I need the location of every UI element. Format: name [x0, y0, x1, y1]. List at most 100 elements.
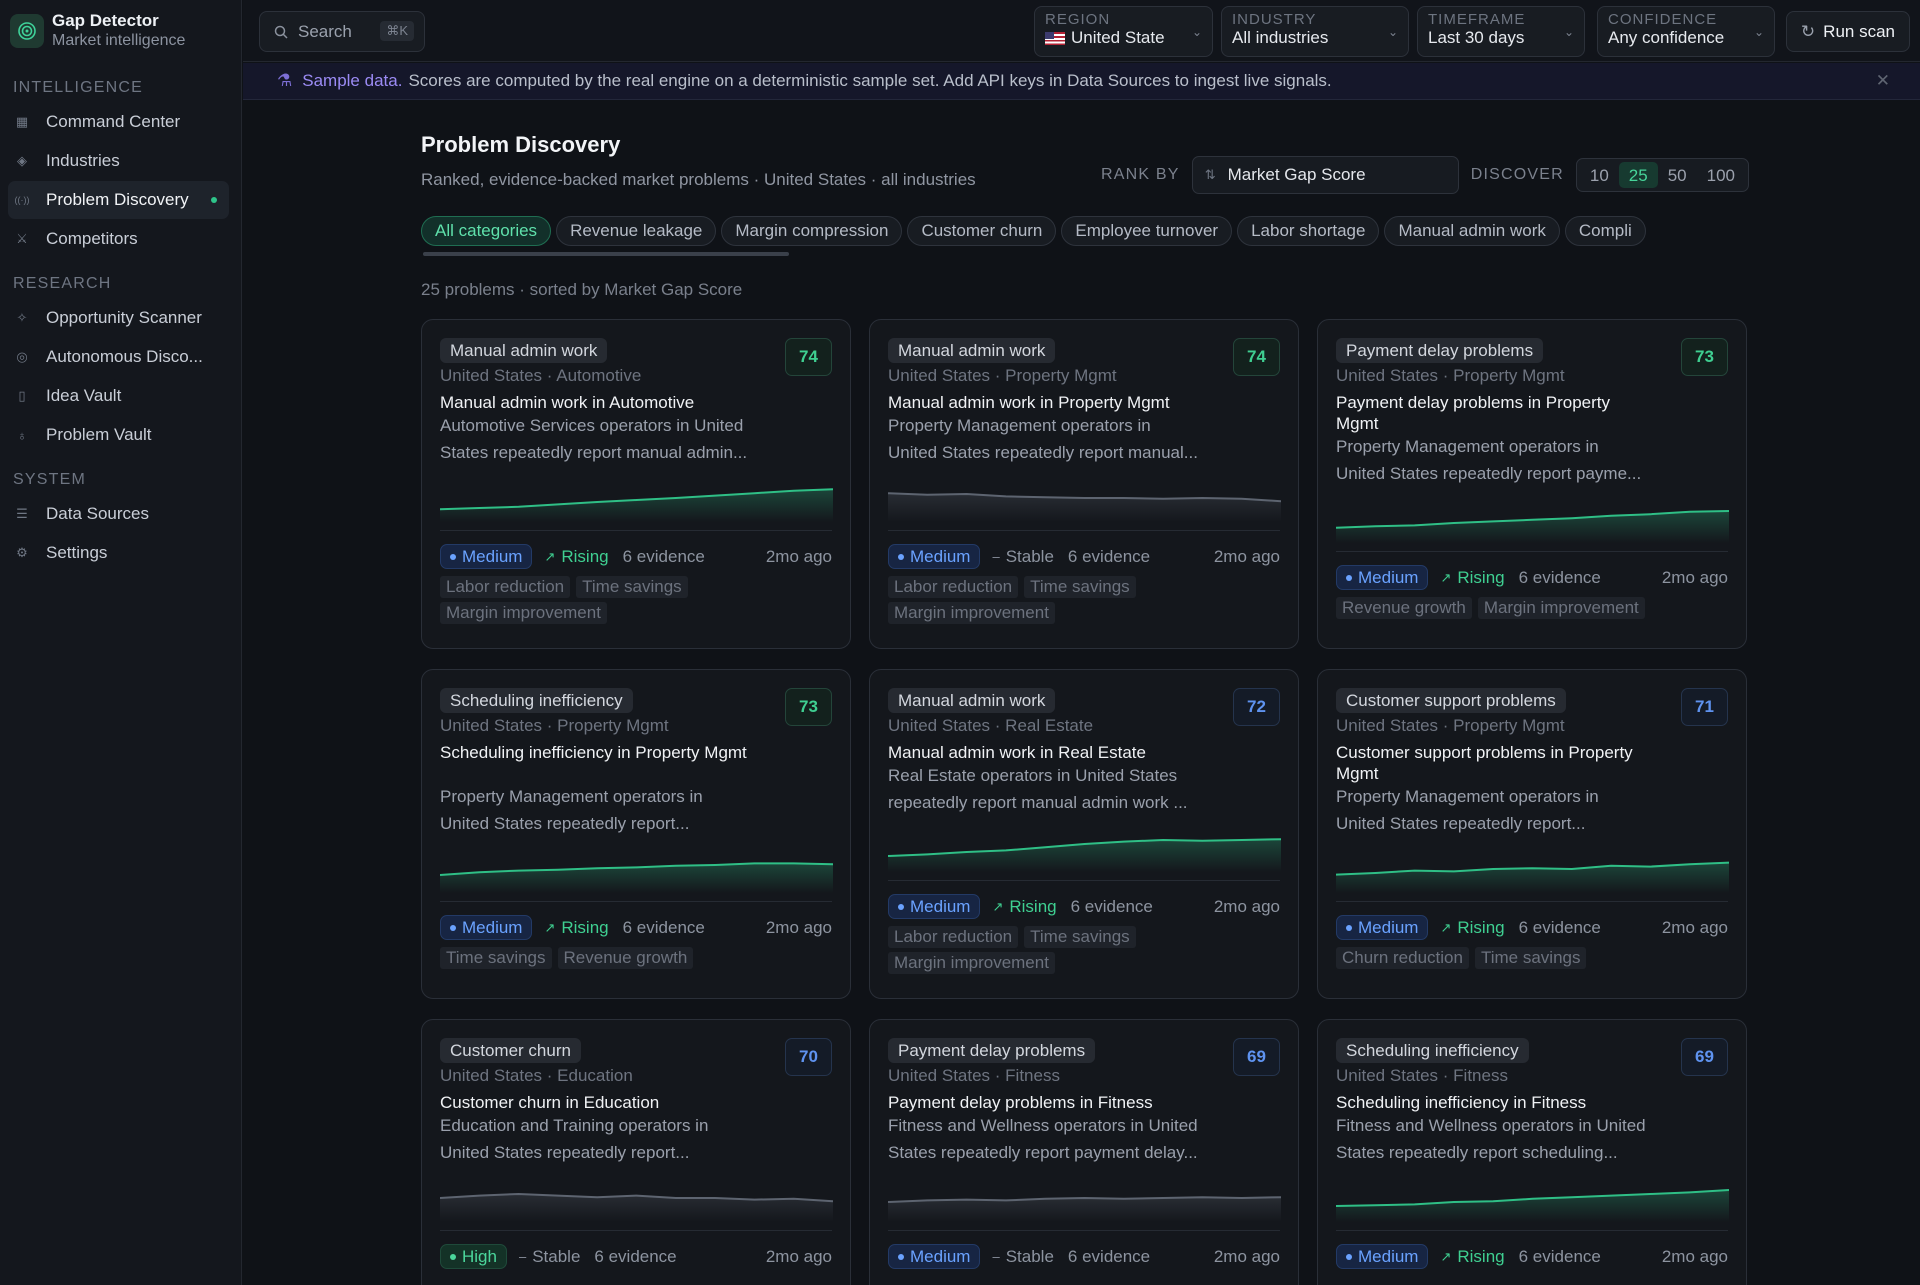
description-line: repeatedly report manual admin work ... [888, 793, 1188, 812]
benefit-tag: Churn reduction [1336, 947, 1469, 969]
confidence-label: Medium [910, 1246, 971, 1266]
sidebar-item-data-sources[interactable]: ☰ Data Sources [8, 495, 229, 533]
evidence-count: 6 evidence [622, 546, 705, 566]
confidence-dot [898, 903, 904, 910]
category-chip-manual-admin-work[interactable]: Manual admin work [1384, 216, 1560, 246]
results-count: 25 problems · sorted by Market Gap Score [421, 280, 743, 299]
card-description: Property Management operators in United S… [1336, 433, 1696, 487]
category-chip-compli[interactable]: Compli [1564, 216, 1646, 246]
sidebar-item-settings[interactable]: ⚙ Settings [8, 534, 229, 572]
benefit-tag: Margin improvement [440, 602, 607, 624]
market-gap-score: 73 [785, 688, 832, 726]
sidebar-item-problem-vault[interactable]: ♁ Problem Vault [8, 416, 229, 454]
confidence-badge: Medium [1336, 915, 1429, 940]
confidence-label: Medium [1358, 567, 1419, 587]
sidebar-item-command-center[interactable]: ▦ Command Center [8, 103, 229, 141]
category-chip-customer-churn[interactable]: Customer churn [907, 216, 1057, 246]
benefit-tag: Time savings [1024, 926, 1136, 948]
description-line: United States repeatedly report... [1336, 814, 1586, 833]
sidebar-item-problem-discovery[interactable]: ((·)) Problem Discovery [8, 181, 229, 219]
category-chip-all-categories[interactable]: All categories [421, 216, 552, 246]
evidence-count: 6 evidence [594, 1246, 677, 1266]
app-name: Gap Detector [52, 11, 159, 30]
problem-card[interactable]: Payment delay problems 73 United States · … [1317, 319, 1747, 649]
sidebar-item-industries[interactable]: ◈ Industries [8, 142, 229, 180]
confidence-label: Medium [1358, 917, 1419, 937]
description-line: United States repeatedly report... [440, 814, 690, 833]
brand[interactable]: Gap Detector Market intelligence [0, 0, 241, 62]
card-location: United States · Real Estate [888, 716, 1094, 735]
close-icon[interactable]: ✕ [1876, 71, 1890, 91]
sidebar-item-idea-vault[interactable]: ▯ Idea Vault [8, 377, 229, 415]
confidence-dot [898, 553, 904, 560]
problem-card[interactable]: Customer support problems 71 United States… [1317, 669, 1747, 999]
discover-option-50[interactable]: 50 [1658, 162, 1697, 188]
category-chip-labor-shortage[interactable]: Labor shortage [1237, 216, 1380, 246]
card-timestamp: 2mo ago [1213, 1246, 1280, 1266]
problem-card[interactable]: Customer churn 70 United States · Educatio… [421, 1019, 851, 1285]
problem-card[interactable]: Manual admin work 72 United States · Real … [869, 669, 1299, 999]
benefit-tag: Margin improvement [1477, 597, 1645, 619]
timeframe-select[interactable]: TIMEFRAME Last 30 days ⌄ [1417, 6, 1585, 57]
benefit-tag: Time savings [1474, 947, 1587, 969]
us-flag-icon [1045, 31, 1065, 45]
flask-icon: ⚗ [277, 71, 293, 90]
discover-option-10[interactable]: 10 [1580, 162, 1619, 188]
arrow-up-right-icon: ↗ [992, 898, 1004, 914]
trend-sparkline [440, 488, 833, 522]
run-scan-button[interactable]: ↻ Run scan [1785, 11, 1910, 52]
category-chip-margin-compression[interactable]: Margin compression [721, 216, 903, 246]
run-scan-label: Run scan [1823, 21, 1895, 41]
card-tags: Revenue growth Margin improvement [1336, 597, 1731, 623]
region-select[interactable]: REGION United State ⌄ [1034, 6, 1213, 57]
banner-highlight: Sample data. [302, 71, 403, 90]
description-line: Property Management operators in [1336, 437, 1599, 456]
category-chip-revenue-leakage[interactable]: Revenue leakage [556, 216, 717, 246]
discover-option-100[interactable]: 100 [1697, 162, 1745, 188]
rank-by-select[interactable]: ⇅ Market Gap Score [1191, 156, 1459, 194]
radar-logo-icon [10, 14, 44, 48]
card-title: Payment delay problems in Fitness [888, 1093, 1153, 1112]
confidence-badge: Medium [888, 544, 981, 569]
problem-card[interactable]: Manual admin work 74 United States · Prope… [869, 319, 1299, 649]
search-shortcut: ⌘K [380, 21, 414, 41]
card-timestamp: 2mo ago [765, 546, 832, 566]
arrow-up-right-icon: ↗ [1440, 569, 1452, 585]
sidebar-nav: INTELLIGENCE ▦ Command Center ◈ Industries ((… [0, 74, 241, 572]
rank-by-label: RANK BY [1101, 166, 1180, 183]
rank-controls: RANK BY ⇅ Market Gap Score DISCOVER 10 25… [1101, 156, 1749, 194]
description-line: Automotive Services operators in United [440, 416, 744, 435]
description-line: Fitness and Wellness operators in United [1336, 1116, 1646, 1135]
market-gap-score: 71 [1681, 688, 1728, 726]
trend-sparkline [1336, 510, 1729, 543]
card-location: United States · Property Mgmt [1336, 716, 1565, 735]
arrow-up-right-icon: ↗ [544, 548, 556, 564]
evidence-count: 6 evidence [1518, 1246, 1601, 1266]
card-description: Property Management operators in United S… [440, 783, 800, 837]
chevron-down-icon: ⌄ [1191, 25, 1202, 39]
top-bar: Search ⌘K REGION United State ⌄ INDUSTRY… [243, 0, 1920, 62]
sidebar-item-competitors[interactable]: ⚔ Competitors [8, 220, 229, 258]
sidebar-item-opportunity-scanner[interactable]: ✧ Opportunity Scanner [8, 299, 229, 337]
sample-data-banner: ⚗ Sample data. Scores are computed by th… [243, 63, 1920, 100]
problem-card[interactable]: Scheduling inefficiency 69 United States ·… [1317, 1019, 1747, 1285]
confidence-select[interactable]: CONFIDENCE Any confidence ⌄ [1597, 6, 1775, 57]
problem-card[interactable]: Scheduling inefficiency 73 United States ·… [421, 669, 851, 999]
problem-card[interactable]: Manual admin work 74 United States · Autom… [421, 319, 851, 649]
sparkline-area [1336, 1190, 1729, 1222]
confidence-badge: Medium [440, 544, 533, 569]
arrow-up-right-icon: ↗ [1440, 1248, 1452, 1264]
discover-count-toggle: 10 25 50 100 [1575, 158, 1749, 192]
search-input[interactable]: Search ⌘K [259, 11, 425, 52]
page-title: Problem Discovery [421, 132, 621, 157]
discover-option-25[interactable]: 25 [1618, 162, 1658, 188]
category-scrollbar[interactable] [423, 252, 789, 256]
problem-card[interactable]: Payment delay problems 69 United States · … [869, 1019, 1299, 1285]
sidebar-item-autonomous-disco[interactable]: ◎ Autonomous Disco... [8, 338, 229, 376]
industry-select[interactable]: INDUSTRY All industries ⌄ [1221, 6, 1409, 57]
card-title: Manual admin work in Property Mgmt [888, 393, 1170, 412]
category-chip-employee-turnover[interactable]: Employee turnover [1061, 216, 1233, 246]
card-meta: Medium – Stable 6 evidence 2mo ago [888, 544, 1280, 569]
benefit-tag: Time savings [440, 947, 552, 969]
timeframe-label: TIMEFRAME [1428, 11, 1526, 28]
